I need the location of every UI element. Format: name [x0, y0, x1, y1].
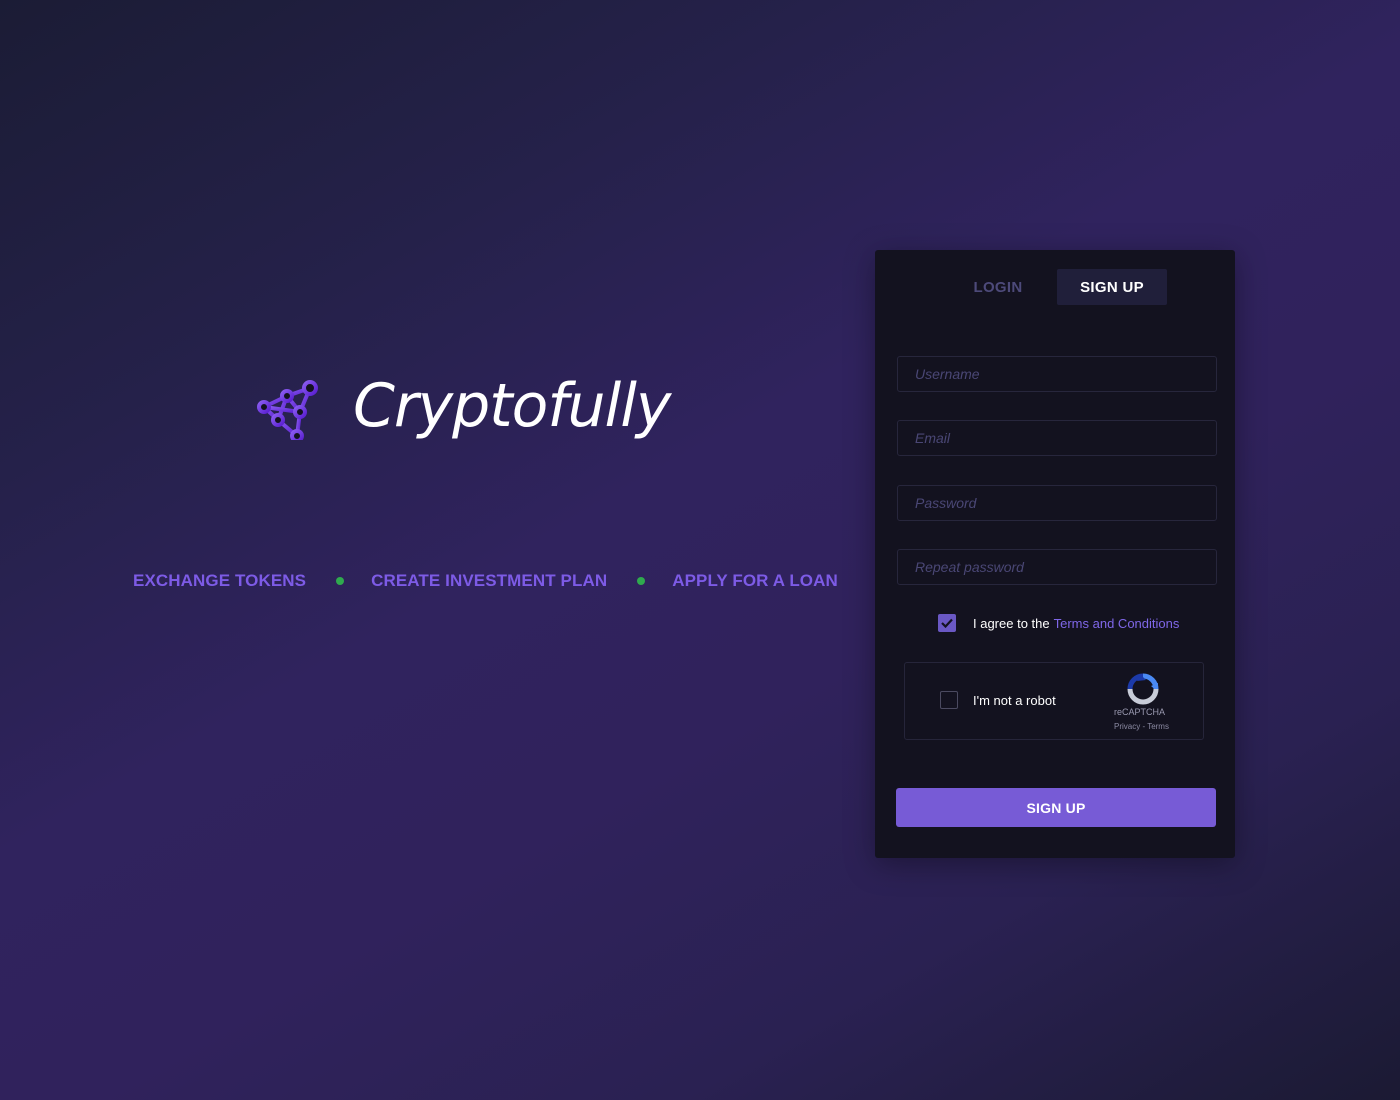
feature-apply-for-loan: APPLY FOR A LOAN	[672, 571, 838, 590]
network-nodes-logo-icon	[257, 380, 318, 440]
feature-separator-dot	[336, 577, 345, 585]
recaptcha-brand: reCAPTCHA	[1114, 707, 1166, 717]
recaptcha-icon	[1127, 673, 1159, 705]
checkmark-icon	[941, 618, 953, 628]
tab-signup[interactable]: SIGN UP	[1057, 269, 1167, 305]
repeat-password-input[interactable]	[897, 549, 1217, 585]
feature-separator-dot	[637, 577, 646, 585]
feature-exchange-tokens: EXCHANGE TOKENS	[133, 571, 307, 590]
terms-agree-text: I agree to the	[973, 615, 1050, 631]
terms-checkbox[interactable]	[938, 614, 956, 632]
auth-tabs: LOGIN SIGN UP	[875, 269, 1235, 305]
brand: Cryptofully	[255, 371, 671, 441]
feature-list: EXCHANGE TOKENS CREATE INVESTMENT PLAN A…	[133, 571, 838, 591]
recaptcha-checkbox[interactable]	[940, 691, 958, 709]
terms-agreement: I agree to the Terms and Conditions	[938, 614, 1179, 632]
recaptcha-widget: I'm not a robot reCAPTCHA Privacy - Term…	[904, 662, 1204, 740]
terms-link[interactable]: Terms and Conditions	[1054, 616, 1180, 631]
password-input[interactable]	[897, 485, 1217, 521]
username-input[interactable]	[897, 356, 1217, 392]
brand-name: Cryptofully	[353, 371, 671, 441]
feature-create-investment-plan: CREATE INVESTMENT PLAN	[371, 571, 608, 590]
email-input[interactable]	[897, 420, 1217, 456]
recaptcha-privacy-terms[interactable]: Privacy - Terms	[1114, 722, 1169, 731]
sign-up-button[interactable]: SIGN UP	[896, 788, 1216, 827]
recaptcha-label: I'm not a robot	[973, 693, 1056, 708]
tab-login[interactable]: LOGIN	[953, 269, 1043, 305]
auth-panel: LOGIN SIGN UP I agree to the Terms and C…	[875, 250, 1235, 858]
